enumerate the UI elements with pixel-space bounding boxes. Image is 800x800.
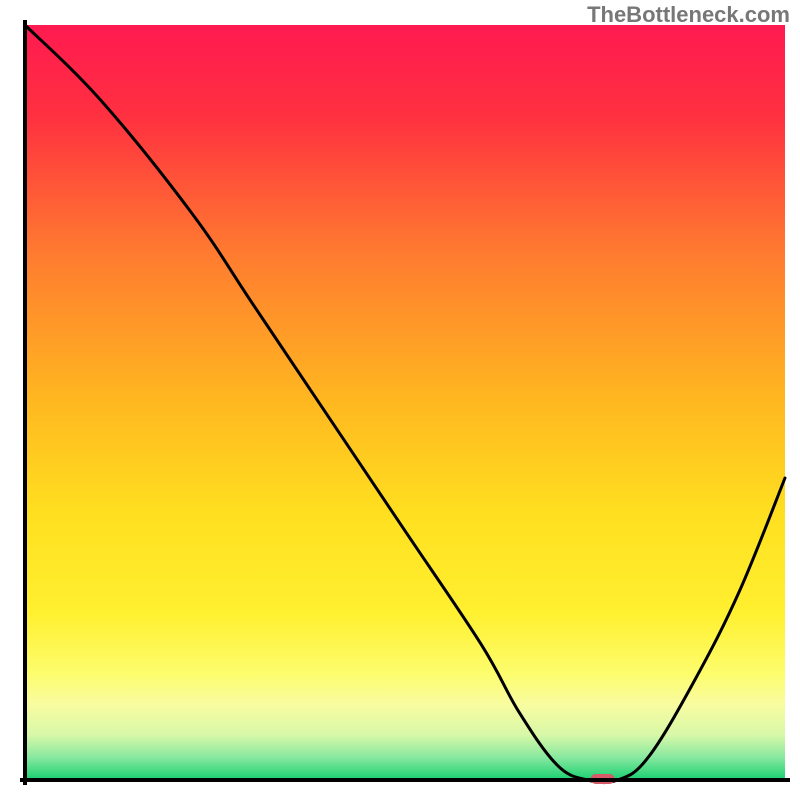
chart-container: TheBottleneck.com xyxy=(0,0,800,800)
plot-area xyxy=(25,25,785,780)
watermark-label: TheBottleneck.com xyxy=(587,2,790,28)
chart-svg xyxy=(0,0,800,800)
gradient-background xyxy=(25,25,785,780)
